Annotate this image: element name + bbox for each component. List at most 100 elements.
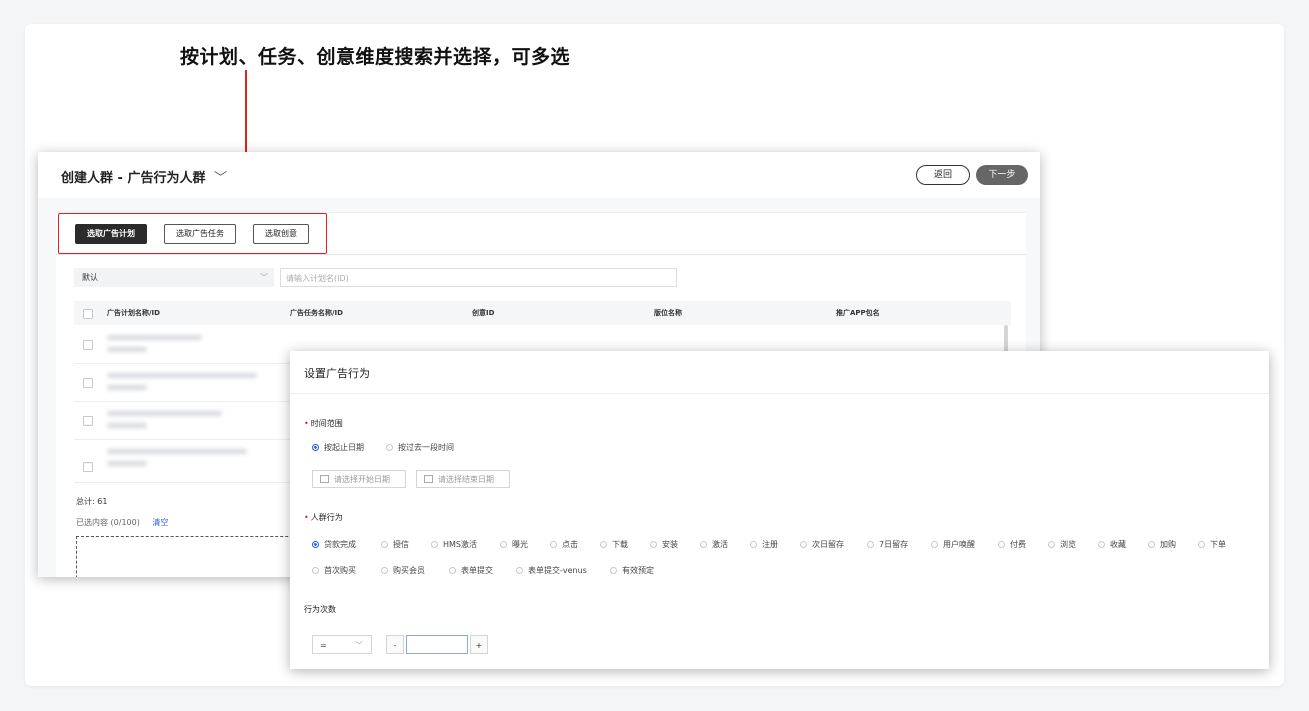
set-ad-behavior-window: 设置广告行为 • 时间范围 按起止日期 按过去一段时间 请选择开始日期 请选择结束…	[290, 351, 1269, 669]
increment-button[interactable]: +	[470, 635, 488, 654]
divider	[56, 254, 1026, 255]
radio-label: 按过去一段时间	[398, 443, 454, 452]
blurred-text	[107, 373, 257, 378]
radio-label: 注册	[762, 540, 778, 549]
radio-label: 贷款完成	[324, 540, 356, 549]
radio-label: 下载	[612, 540, 628, 549]
radio-dot	[610, 567, 617, 574]
operator-select[interactable]: = ﹀	[312, 635, 372, 654]
radio-label: 表单提交-venus	[528, 566, 587, 575]
radio-label: HMS激活	[443, 540, 477, 549]
behavior-option-activate[interactable]: 激活	[700, 539, 728, 550]
end-date-picker[interactable]: 请选择结束日期	[416, 470, 510, 488]
radio-by-date-range[interactable]: 按起止日期	[312, 442, 364, 453]
behavior-option-install[interactable]: 安装	[650, 539, 678, 550]
filter-select[interactable]: 默认 ﹀	[74, 268, 274, 287]
radio-label: 用户唤醒	[943, 540, 975, 549]
behavior-option-7day-retention[interactable]: 7日留存	[867, 539, 908, 550]
row-checkbox[interactable]	[83, 378, 93, 388]
column-header-placement: 版位名称	[654, 309, 682, 317]
radio-label: 激活	[712, 540, 728, 549]
behavior-option-form-submit[interactable]: 表单提交	[449, 565, 493, 576]
start-date-placeholder: 请选择开始日期	[334, 475, 390, 484]
blurred-text	[107, 411, 222, 416]
radio-dot	[600, 541, 607, 548]
radio-dot	[386, 444, 393, 451]
radio-label: 浏览	[1060, 540, 1076, 549]
page-title-text: 创建人群 - 广告行为人群	[61, 171, 206, 186]
radio-dot	[800, 541, 807, 548]
next-step-button[interactable]: 下一步	[976, 165, 1028, 185]
selected-count: 已选内容 (0/100)	[76, 518, 140, 527]
end-date-placeholder: 请选择结束日期	[438, 475, 494, 484]
behavior-option-payment[interactable]: 付费	[998, 539, 1026, 550]
behavior-option-browse[interactable]: 浏览	[1048, 539, 1076, 550]
plan-search-input[interactable]: 请输入计划名(ID)	[280, 268, 677, 287]
blurred-text	[107, 423, 147, 428]
start-date-picker[interactable]: 请选择开始日期	[312, 470, 406, 488]
radio-dot	[1048, 541, 1055, 548]
behavior-option-form-submit-venus[interactable]: 表单提交-venus	[516, 565, 587, 576]
annotation-highlight-box	[58, 213, 327, 254]
radio-dot	[700, 541, 707, 548]
behavior-option-loan-complete[interactable]: 贷款完成	[312, 539, 356, 550]
column-header-creative: 创意ID	[472, 309, 495, 317]
radio-label: 有效预定	[622, 566, 654, 575]
chevron-down-icon: ﹀	[260, 273, 268, 282]
chevron-down-icon: ﹀	[355, 641, 363, 650]
operator-value: =	[320, 641, 327, 650]
behavior-option-hms-activate[interactable]: HMS激活	[431, 539, 477, 550]
row-checkbox[interactable]	[83, 340, 93, 350]
radio-label: 授信	[393, 540, 409, 549]
radio-label: 按起止日期	[324, 443, 364, 452]
row-checkbox[interactable]	[83, 416, 93, 426]
behavior-option-favorite[interactable]: 收藏	[1098, 539, 1126, 550]
behavior-option-next-day-retention[interactable]: 次日留存	[800, 539, 844, 550]
blurred-text	[107, 385, 147, 390]
select-all-checkbox[interactable]	[83, 309, 93, 319]
radio-dot	[1098, 541, 1105, 548]
radio-label: 收藏	[1110, 540, 1126, 549]
radio-dot	[312, 567, 319, 574]
radio-label: 购买会员	[393, 566, 425, 575]
count-input[interactable]	[406, 635, 468, 654]
clear-link[interactable]: 清空	[152, 518, 168, 527]
behavior-label: • 人群行为	[304, 512, 343, 523]
behavior-option-buy-membership[interactable]: 购买会员	[381, 565, 425, 576]
radio-label: 加购	[1160, 540, 1176, 549]
radio-dot	[867, 541, 874, 548]
radio-by-past-period[interactable]: 按过去一段时间	[386, 442, 454, 453]
radio-dot	[381, 541, 388, 548]
back-button[interactable]: 返回	[916, 165, 970, 185]
count-stepper: - +	[386, 635, 488, 654]
blurred-text	[107, 461, 147, 466]
behavior-option-register[interactable]: 注册	[750, 539, 778, 550]
total-count: 总计: 61	[76, 497, 108, 506]
table-header: 广告计划名称/ID 广告任务名称/ID 创意ID 版位名称 推广APP包名	[74, 301, 1011, 325]
annotation-callout: 按计划、任务、创意维度搜索并选择，可多选	[180, 46, 571, 68]
behavior-option-download[interactable]: 下载	[600, 539, 628, 550]
radio-label: 安装	[662, 540, 678, 549]
behavior-option-first-purchase[interactable]: 首次购买	[312, 565, 356, 576]
behavior-option-click[interactable]: 点击	[550, 539, 578, 550]
behavior-option-place-order[interactable]: 下单	[1198, 539, 1226, 550]
selected-summary: 已选内容 (0/100) 清空	[76, 517, 168, 528]
calendar-icon	[320, 475, 329, 483]
behavior-option-exposure[interactable]: 曝光	[500, 539, 528, 550]
row-checkbox[interactable]	[83, 462, 93, 472]
divider	[290, 393, 1269, 394]
time-range-label-text: 时间范围	[310, 419, 343, 428]
decrement-button[interactable]: -	[386, 635, 404, 654]
behavior-option-user-wakeup[interactable]: 用户唤醒	[931, 539, 975, 550]
radio-label: 表单提交	[461, 566, 493, 575]
radio-dot	[1148, 541, 1155, 548]
behavior-option-add-to-cart[interactable]: 加购	[1148, 539, 1176, 550]
required-mark: •	[304, 419, 309, 428]
radio-label: 7日留存	[879, 540, 909, 549]
radio-label: 下单	[1210, 540, 1226, 549]
page-title: 创建人群 - 广告行为人群 ﹀	[61, 167, 227, 186]
blurred-text	[107, 335, 202, 340]
behavior-option-credit[interactable]: 授信	[381, 539, 409, 550]
behavior-option-valid-booking[interactable]: 有效预定	[610, 565, 654, 576]
chevron-down-icon[interactable]: ﹀	[214, 167, 227, 186]
